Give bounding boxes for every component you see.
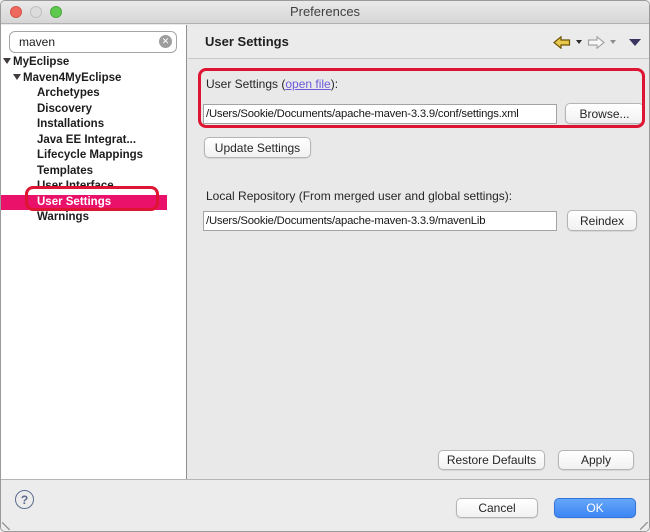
view-menu-icon[interactable] xyxy=(629,39,641,46)
local-repository-label: Local Repository (From merged user and g… xyxy=(206,189,512,203)
tree-item-archetypes[interactable]: Archetypes xyxy=(1,86,185,102)
forward-dropdown-caret-icon[interactable] xyxy=(610,40,616,44)
preferences-sidebar: ✕ MyEclipse Maven4MyEclipse Archetypes D… xyxy=(1,25,187,479)
apply-button[interactable]: Apply xyxy=(558,450,634,470)
local-repository-path-input[interactable] xyxy=(203,211,557,231)
reindex-button[interactable]: Reindex xyxy=(567,210,637,231)
tree-item-myeclipse[interactable]: MyEclipse xyxy=(1,55,185,71)
resize-grip-icon[interactable] xyxy=(640,522,648,530)
back-arrow-icon[interactable] xyxy=(553,36,571,49)
restore-defaults-button[interactable]: Restore Defaults xyxy=(438,450,545,470)
cancel-button[interactable]: Cancel xyxy=(456,498,538,518)
clear-search-icon[interactable]: ✕ xyxy=(159,35,172,48)
panel-header: User Settings xyxy=(188,25,649,59)
tree-item-lifecycle-mappings[interactable]: Lifecycle Mappings xyxy=(1,148,185,164)
title-bar: Preferences xyxy=(1,1,649,24)
history-navigation xyxy=(553,34,641,50)
search-input[interactable] xyxy=(9,31,177,53)
dialog-footer: ? Cancel OK xyxy=(1,480,650,532)
forward-arrow-icon[interactable] xyxy=(587,36,605,49)
preferences-dialog: Preferences ✕ MyEclipse Maven4MyEclipse … xyxy=(0,0,650,532)
back-dropdown-caret-icon[interactable] xyxy=(576,40,582,44)
tree-item-maven4myeclipse[interactable]: Maven4MyEclipse xyxy=(1,71,185,87)
window-title: Preferences xyxy=(1,4,649,19)
annotation-box-user-settings-field xyxy=(198,68,645,128)
ok-button[interactable]: OK xyxy=(554,498,636,518)
disclosure-triangle-icon[interactable] xyxy=(3,58,11,64)
tree-item-warnings[interactable]: Warnings xyxy=(1,210,185,226)
annotation-box-user-settings-item xyxy=(25,186,159,211)
tree-item-templates[interactable]: Templates xyxy=(1,164,185,180)
page-title: User Settings xyxy=(205,34,289,49)
tree-item-java-ee-integration[interactable]: Java EE Integrat... xyxy=(1,133,185,149)
tree-item-discovery[interactable]: Discovery xyxy=(1,102,185,118)
filter-search-field: ✕ xyxy=(9,31,177,53)
tree-item-installations[interactable]: Installations xyxy=(1,117,185,133)
help-icon[interactable]: ? xyxy=(15,490,34,509)
disclosure-triangle-icon[interactable] xyxy=(13,74,21,80)
update-settings-button[interactable]: Update Settings xyxy=(204,137,311,158)
resize-grip-icon[interactable] xyxy=(2,522,10,530)
footer-divider xyxy=(1,479,650,480)
